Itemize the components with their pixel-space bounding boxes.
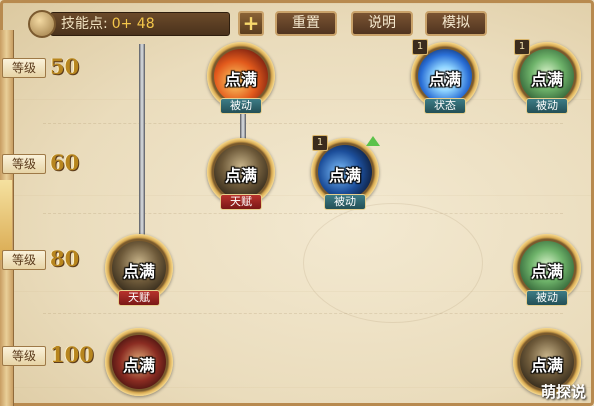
level-tag-100: 等级 100	[0, 340, 98, 370]
skill-node[interactable]: 点满 天赋	[100, 234, 178, 312]
skill-type-tag: 天赋	[118, 290, 160, 306]
skill-type-tag: 被动	[324, 194, 366, 210]
skill-node[interactable]: 点满	[100, 328, 178, 406]
reset-button[interactable]: 重置	[275, 11, 337, 36]
top-bar: 技能点: 0+ 48 + 重置 说明 模拟	[20, 8, 580, 38]
level-tag-50: 等级 50	[0, 52, 98, 82]
skill-type-tag: 被动	[220, 98, 262, 114]
level-number: 50	[50, 54, 80, 79]
level-label: 等级	[2, 154, 46, 174]
info-button[interactable]: 说明	[351, 11, 413, 36]
skill-status-label: 点满	[530, 70, 563, 89]
skill-status-label: 点满	[328, 166, 361, 185]
skill-points-display: 技能点: 0+ 48	[50, 12, 230, 36]
level-number: 100	[50, 342, 94, 367]
skill-type-tag: 被动	[526, 290, 568, 306]
skill-type-tag: 天赋	[220, 194, 262, 210]
add-points-button[interactable]: +	[238, 11, 264, 36]
level-number: 60	[50, 150, 80, 175]
skill-node[interactable]: 点满 被动	[202, 42, 280, 120]
skill-status-label: 点满	[530, 262, 563, 281]
level-number: 80	[50, 246, 80, 271]
skill-status-label: 点满	[224, 70, 257, 89]
skill-node[interactable]: 点满 天赋	[202, 138, 280, 216]
level-tag-80: 等级 80	[0, 244, 98, 274]
skill-connector	[139, 44, 145, 240]
map-line	[43, 313, 563, 314]
hero-avatar-icon	[28, 10, 56, 38]
skill-status-label: 点满	[122, 262, 155, 281]
level-tag-60: 等级 60	[0, 148, 98, 178]
level-label: 等级	[2, 346, 46, 366]
skill-rank-badge: 1	[312, 135, 328, 151]
map-line	[43, 123, 563, 124]
skill-status-label: 点满	[122, 356, 155, 375]
skill-node[interactable]: 点满 被动	[508, 234, 586, 312]
skill-points-value: 0+ 48	[111, 16, 155, 32]
map-curve	[303, 203, 483, 323]
skill-status-label: 点满	[428, 70, 461, 89]
skill-points-label: 技能点:	[61, 16, 108, 32]
skill-node[interactable]: 点满 被动 1	[306, 135, 384, 216]
skill-type-tag: 状态	[424, 98, 466, 114]
skill-status-label: 点满	[530, 356, 563, 375]
level-label: 等级	[2, 250, 46, 270]
skill-status-label: 点满	[224, 166, 257, 185]
watermark-text: 萌探说	[540, 383, 586, 401]
simulate-button[interactable]: 模拟	[425, 11, 487, 36]
skill-node[interactable]: 点满 被动 1	[508, 39, 586, 120]
skill-node[interactable]: 点满 状态 1	[406, 39, 484, 120]
map-line	[43, 213, 563, 214]
skill-type-tag: 被动	[526, 98, 568, 114]
skill-rank-badge: 1	[514, 39, 530, 55]
upgrade-arrow-icon	[366, 136, 380, 146]
level-label: 等级	[2, 58, 46, 78]
skill-rank-badge: 1	[412, 39, 428, 55]
